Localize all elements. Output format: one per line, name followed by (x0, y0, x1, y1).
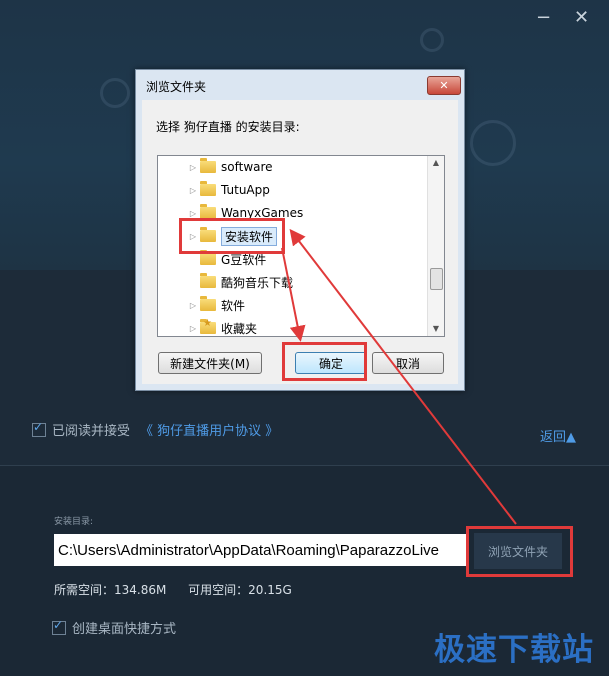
scroll-down-icon[interactable]: ▼ (428, 322, 444, 336)
folder-icon (200, 181, 216, 196)
decorative-ring (470, 120, 516, 166)
dialog-prompt: 选择 狗仔直播 的安装目录: (156, 120, 300, 134)
tree-item[interactable]: 酷狗音乐下载 (188, 271, 293, 293)
available-space: 可用空间：20.15G (188, 583, 292, 597)
back-link[interactable]: 返回▲ (540, 426, 576, 445)
expand-arrow-icon[interactable]: ▷ (188, 186, 198, 195)
install-dir-label: 安装目录: (54, 517, 94, 527)
tree-item-label: 收藏夹 (221, 321, 258, 336)
folder-icon (200, 250, 216, 265)
shortcut-label: 创建桌面快捷方式 (72, 622, 177, 637)
tree-item-label: 安装软件 (221, 226, 278, 246)
dialog-close-button[interactable]: ✕ (427, 76, 461, 95)
tree-scrollbar[interactable]: ▲ ▼ (427, 156, 444, 336)
dialog-title: 浏览文件夹 (146, 80, 207, 94)
disk-space-info: 所需空间：134.86M 可用空间：20.15G (54, 581, 310, 598)
cancel-button[interactable]: 取消 (372, 352, 444, 374)
folder-icon (200, 227, 216, 242)
tree-item[interactable]: ▷ software (188, 156, 273, 178)
decorative-ring (100, 78, 130, 108)
expand-arrow-icon[interactable]: ▷ (188, 324, 198, 333)
tree-item-label: G豆软件 (221, 252, 267, 267)
agree-text: 已阅读并接受 (52, 424, 131, 439)
shortcut-checkbox[interactable] (52, 618, 66, 635)
expand-arrow-icon[interactable]: ▷ (188, 301, 198, 310)
expand-arrow-icon[interactable]: ▷ (188, 232, 198, 241)
ok-button[interactable]: 确定 (295, 352, 367, 374)
shortcut-row: 创建桌面快捷方式 (52, 618, 176, 637)
scroll-up-icon[interactable]: ▲ (428, 156, 444, 170)
tree-item[interactable]: ▷ TutuApp (188, 179, 270, 201)
folder-icon (200, 273, 216, 288)
folder-icon (200, 204, 216, 219)
tree-item-selected[interactable]: ▷ 安装软件 (188, 225, 278, 247)
tree-item[interactable]: ▷ 软件 (188, 294, 245, 316)
expand-arrow-icon[interactable]: ▷ (188, 209, 198, 218)
new-folder-button[interactable]: 新建文件夹(M) (158, 352, 262, 374)
tree-item-label: 软件 (221, 298, 246, 313)
scroll-thumb[interactable] (430, 268, 443, 290)
tree-item[interactable]: ▷ WanyxGames (188, 202, 303, 224)
dialog-body: 选择 狗仔直播 的安装目录: ▷ software ▷ TutuApp ▷ Wa… (142, 100, 458, 384)
site-watermark: 极速下载站 (434, 632, 594, 668)
agree-checkbox[interactable] (32, 420, 46, 437)
browse-folder-button[interactable]: 浏览文件夹 (474, 533, 562, 569)
tree-item[interactable]: ▷ 收藏夹 (188, 317, 258, 336)
decorative-ring (420, 28, 444, 52)
folder-tree[interactable]: ▷ software ▷ TutuApp ▷ WanyxGames ▷ 安装软件 (157, 155, 445, 337)
browse-folder-dialog: 浏览文件夹 ✕ 选择 狗仔直播 的安装目录: ▷ software ▷ Tutu… (135, 69, 465, 391)
folder-icon (200, 158, 216, 173)
favorites-folder-icon (200, 318, 216, 334)
tree-item-label: WanyxGames (221, 206, 304, 220)
required-space: 所需空间：134.86M (54, 583, 167, 597)
close-window-button[interactable]: ✕ (574, 8, 589, 28)
install-dir-input[interactable] (54, 534, 466, 566)
expand-arrow-icon[interactable]: ▷ (188, 163, 198, 172)
tree-item-label: software (221, 160, 273, 174)
minimize-button[interactable]: − (536, 8, 551, 28)
tree-item[interactable]: G豆软件 (188, 248, 266, 270)
tree-item-label: 酷狗音乐下载 (221, 275, 294, 290)
agreement-row: 已阅读并接受 《 狗仔直播用户协议 》 (32, 420, 278, 439)
tree-item-label: TutuApp (221, 183, 270, 197)
folder-icon (200, 296, 216, 311)
user-agreement-link[interactable]: 《 狗仔直播用户协议 》 (140, 420, 278, 439)
